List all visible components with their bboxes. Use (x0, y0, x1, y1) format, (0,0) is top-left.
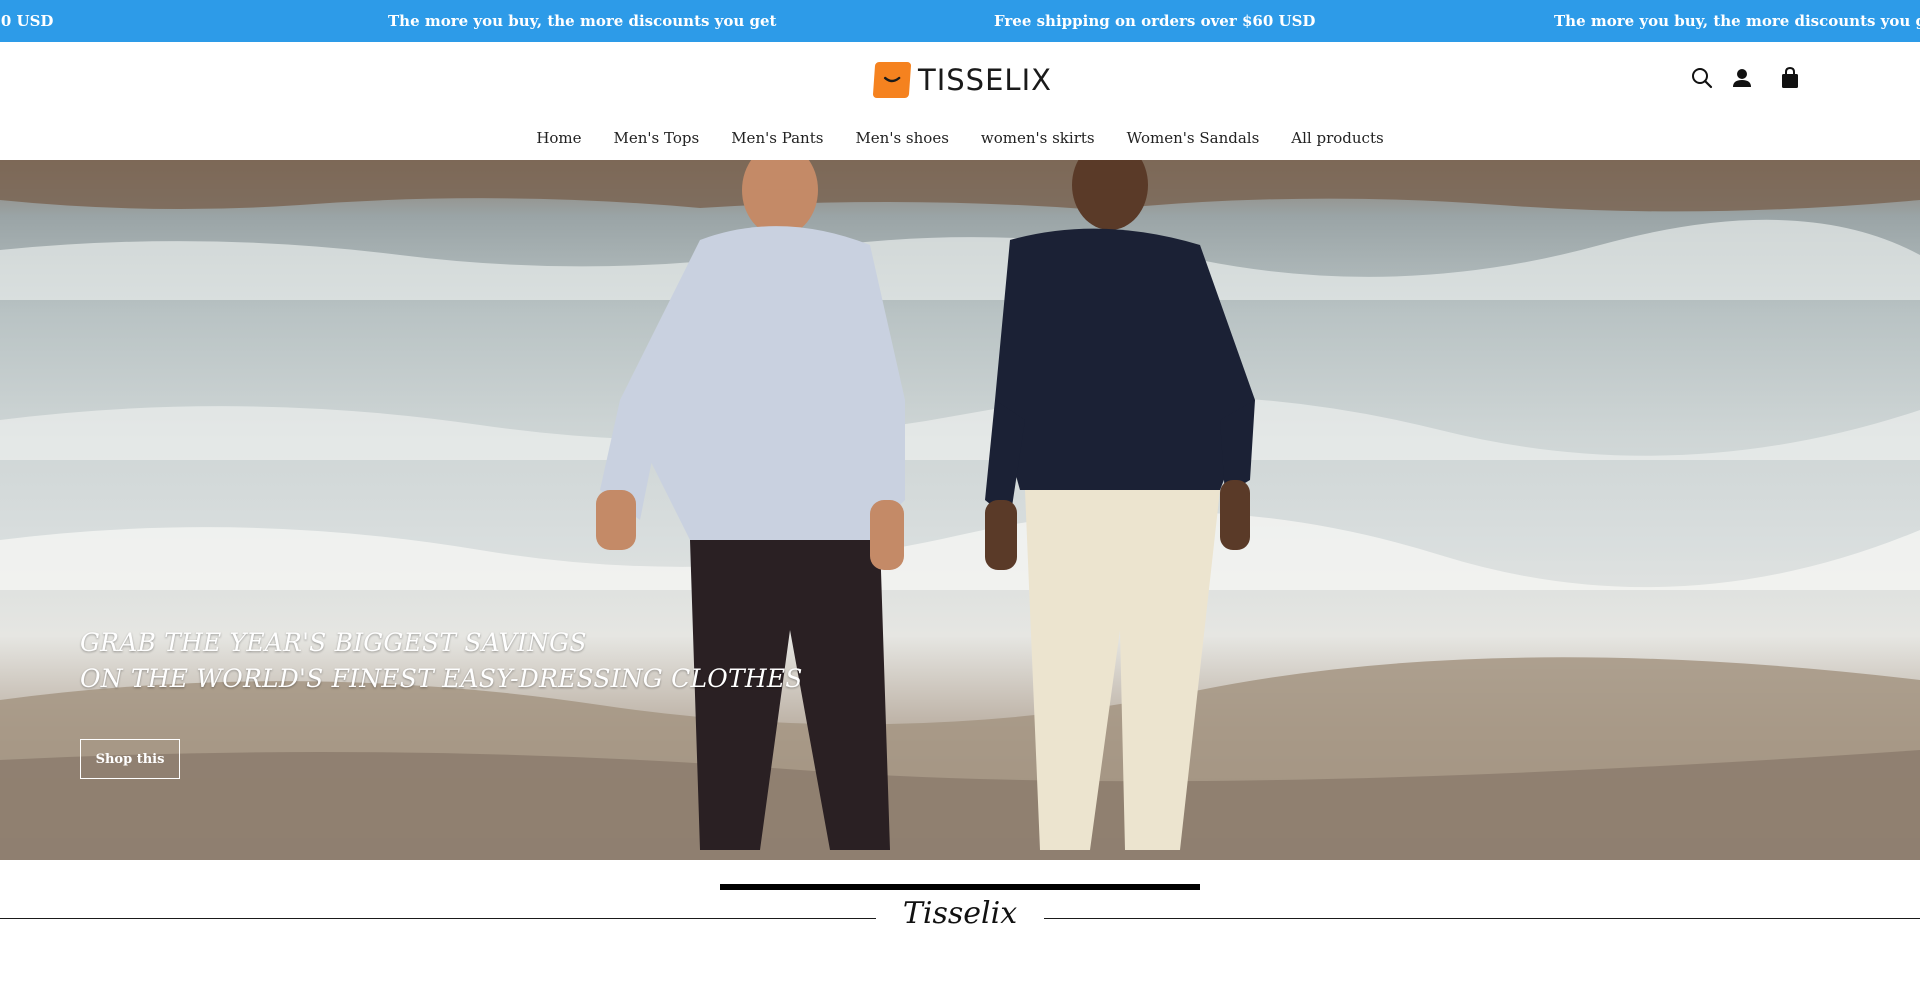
nav-item-mens-shoes[interactable]: Men's shoes (839, 122, 964, 154)
brand-divider-bar (720, 884, 1200, 890)
announcement-bar: Free shipping on orders over $60 USD The… (0, 0, 1920, 42)
hero-image (0, 160, 1920, 860)
announcement-text: Free shipping on orders over $60 USD (994, 12, 1316, 30)
hero-headline-line-1: GRAB THE YEAR'S BIGGEST SAVINGS (80, 628, 587, 657)
nav-item-mens-tops[interactable]: Men's Tops (598, 122, 716, 154)
logo-text: TISSELIX (918, 63, 1052, 97)
announcement-text: Free shipping on orders over $60 USD (0, 12, 54, 30)
hero-headline: GRAB THE YEAR'S BIGGEST SAVINGS ON THE W… (80, 625, 803, 697)
announcement-text: The more you buy, the more discounts you… (388, 12, 777, 30)
cart-icon[interactable] (1776, 64, 1804, 92)
brand-title: Tisselix (902, 896, 1018, 931)
account-icon[interactable] (1728, 64, 1756, 92)
search-icon[interactable] (1688, 64, 1716, 92)
announcement-text: The more you buy, the more discounts you… (1554, 12, 1920, 30)
main-nav: Home Men's Tops Men's Pants Men's shoes … (0, 122, 1920, 154)
shop-this-button[interactable]: Shop this (80, 739, 180, 779)
site-logo[interactable]: TISSELIX (872, 60, 1052, 100)
nav-item-home[interactable]: Home (520, 122, 597, 154)
brand-rule-right (1044, 918, 1920, 919)
nav-item-mens-pants[interactable]: Men's Pants (715, 122, 839, 154)
hero-banner: GRAB THE YEAR'S BIGGEST SAVINGS ON THE W… (0, 160, 1920, 860)
hero-headline-line-2: ON THE WORLD'S FINEST EASY-DRESSING CLOT… (80, 664, 803, 693)
brand-rule-left (0, 918, 876, 919)
logo-mark-icon (872, 62, 912, 98)
nav-item-womens-skirts[interactable]: women's skirts (965, 122, 1111, 154)
site-header: TISSELIX Home Men's Tops Men's Pants Men… (0, 42, 1920, 160)
nav-item-all-products[interactable]: All products (1275, 122, 1399, 154)
nav-item-womens-sandals[interactable]: Women's Sandals (1111, 122, 1276, 154)
